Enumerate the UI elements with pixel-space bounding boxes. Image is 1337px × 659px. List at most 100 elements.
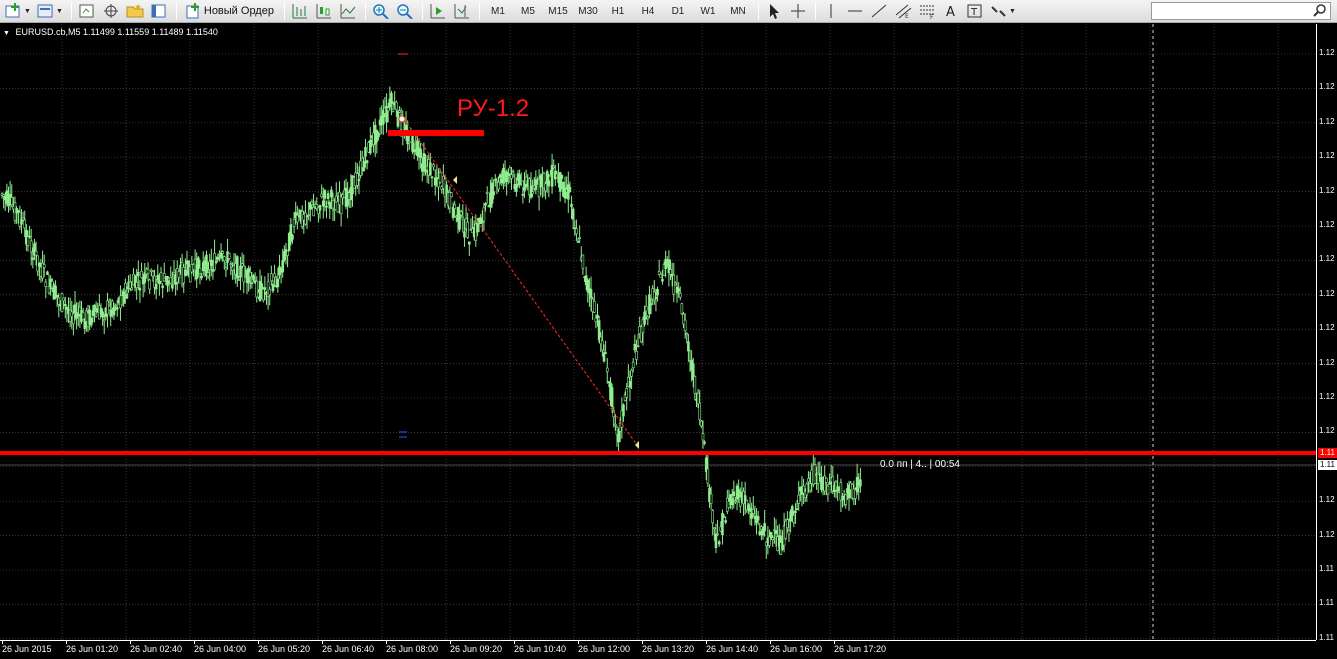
terminal-button[interactable] xyxy=(148,2,170,21)
candle-body xyxy=(453,204,457,210)
candle-body xyxy=(237,279,241,281)
candle-body xyxy=(412,149,416,153)
timeframe-m1-button[interactable]: M1 xyxy=(484,2,512,21)
candlestick-chart-button[interactable] xyxy=(313,2,335,21)
candle-body xyxy=(797,494,801,504)
candle-body xyxy=(65,306,69,310)
arrows-button[interactable]: ▼ xyxy=(988,2,1018,21)
new-chart-button[interactable]: ▼ xyxy=(3,2,33,21)
price-axis[interactable]: 1.12 1.12 1.12 1.12 1.12 1.12 1.12 1.12 1.12 1.12… xyxy=(1316,24,1337,642)
data-window-button[interactable] xyxy=(100,2,122,21)
search-box[interactable] xyxy=(1151,2,1331,20)
timeframe-m15-button[interactable]: M15 xyxy=(544,2,572,21)
candle-body xyxy=(125,293,129,299)
price-axis-label: 1.12 xyxy=(1319,426,1335,436)
market-watch-button[interactable] xyxy=(76,2,98,21)
timeframe-h4-button[interactable]: H4 xyxy=(634,2,662,21)
navigator-button[interactable] xyxy=(124,2,146,21)
market-watch-icon xyxy=(79,4,94,18)
candle-body xyxy=(407,141,411,144)
candle-body xyxy=(328,202,332,209)
toolbar-separator xyxy=(757,2,759,20)
profiles-button[interactable]: ▼ xyxy=(35,2,65,21)
candle-body xyxy=(63,303,67,306)
zoom-out-button[interactable] xyxy=(394,2,416,21)
candle-body xyxy=(519,180,523,182)
candle-body xyxy=(498,174,502,179)
zoom-out-icon xyxy=(397,4,413,19)
trade-path-line xyxy=(403,118,638,446)
fibonacci-button[interactable]: F xyxy=(916,2,938,21)
candle-body xyxy=(633,343,637,351)
candle-body xyxy=(273,273,276,278)
new-order-label: Новый Ордер xyxy=(203,5,274,17)
candle-body xyxy=(795,508,799,511)
timeframe-w1-button[interactable]: W1 xyxy=(694,2,722,21)
candle-body xyxy=(395,102,398,110)
zoom-in-button[interactable] xyxy=(370,2,392,21)
candle-body xyxy=(307,214,310,216)
timeframe-m5-button[interactable]: M5 xyxy=(514,2,542,21)
candle-body xyxy=(605,367,609,372)
candle-body xyxy=(622,404,625,417)
candle-body xyxy=(137,271,140,277)
candle-body xyxy=(23,219,27,229)
line-chart-button[interactable] xyxy=(337,2,359,21)
auto-scroll-button[interactable] xyxy=(427,2,449,21)
chart-text-annotation[interactable]: РУ-1.2 xyxy=(457,95,529,123)
horizontal-line-icon xyxy=(847,10,862,12)
auto-scroll-icon xyxy=(430,4,445,19)
candle-body xyxy=(544,183,547,192)
candle-body xyxy=(677,288,680,292)
text-button[interactable]: A xyxy=(940,2,962,21)
trendline-button[interactable] xyxy=(868,2,890,21)
timeframe-h1-button[interactable]: H1 xyxy=(604,2,632,21)
candle-body xyxy=(492,191,495,196)
candle-body xyxy=(790,506,794,517)
timeframe-mn-button[interactable]: MN xyxy=(724,2,752,21)
svg-text:F: F xyxy=(930,14,934,19)
vertical-line-button[interactable] xyxy=(820,2,842,21)
candle-body xyxy=(722,516,726,518)
price-axis-label: 1.12 xyxy=(1319,220,1335,229)
candle-body xyxy=(534,179,538,190)
equidistant-channel-button[interactable]: E xyxy=(892,2,914,21)
candle-body xyxy=(321,200,325,207)
time-axis-label: 26 Jun 05:20 xyxy=(258,644,311,654)
price-axis-label: 1.12 xyxy=(1319,288,1335,298)
candle-body xyxy=(21,217,25,221)
candle-body xyxy=(734,500,737,503)
toolbar-separator xyxy=(421,2,423,20)
candle-body xyxy=(331,200,335,209)
candle-body xyxy=(568,186,572,193)
chart-window[interactable]: ▼ EURUSD.cb,M5 1.11499 1.11559 1.11489 1… xyxy=(0,24,1337,659)
cursor-button[interactable] xyxy=(763,2,785,21)
time-axis[interactable]: 26 Jun 2015 26 Jun 01:20 26 Jun 02:40 26 Ju… xyxy=(0,640,1316,659)
candle-body xyxy=(570,203,573,208)
trade-arrow-marker xyxy=(453,176,457,184)
text-label-button[interactable]: T xyxy=(964,2,986,21)
new-order-button[interactable]: Новый Ордер xyxy=(181,2,278,21)
chart-shift-button[interactable] xyxy=(451,2,473,21)
horizontal-line-button[interactable] xyxy=(844,2,866,21)
candle-body xyxy=(571,208,575,220)
candle-body xyxy=(717,541,721,545)
time-axis-label: 26 Jun 01:20 xyxy=(66,644,119,654)
bar-chart-button[interactable] xyxy=(289,2,311,21)
candle-body xyxy=(844,494,848,505)
candle-body xyxy=(576,241,580,243)
candle-body xyxy=(429,162,432,176)
level-price-tag: 1.11 xyxy=(1318,448,1337,458)
candle-body xyxy=(26,236,30,246)
timeframe-m30-button[interactable]: M30 xyxy=(574,2,602,21)
price-chart[interactable] xyxy=(0,24,1316,640)
collapse-triangle-icon[interactable]: ▼ xyxy=(3,30,10,37)
channel-icon: E xyxy=(895,4,912,19)
candle-body xyxy=(748,507,752,512)
time-axis-label: 26 Jun 09:20 xyxy=(450,644,503,654)
candle-body xyxy=(698,402,702,420)
timeframe-d1-button[interactable]: D1 xyxy=(664,2,692,21)
crosshair-button[interactable] xyxy=(787,2,809,21)
candle-body xyxy=(55,294,59,297)
order-level-info: 0.0 пп | 4.. | 00:54 xyxy=(880,459,960,470)
